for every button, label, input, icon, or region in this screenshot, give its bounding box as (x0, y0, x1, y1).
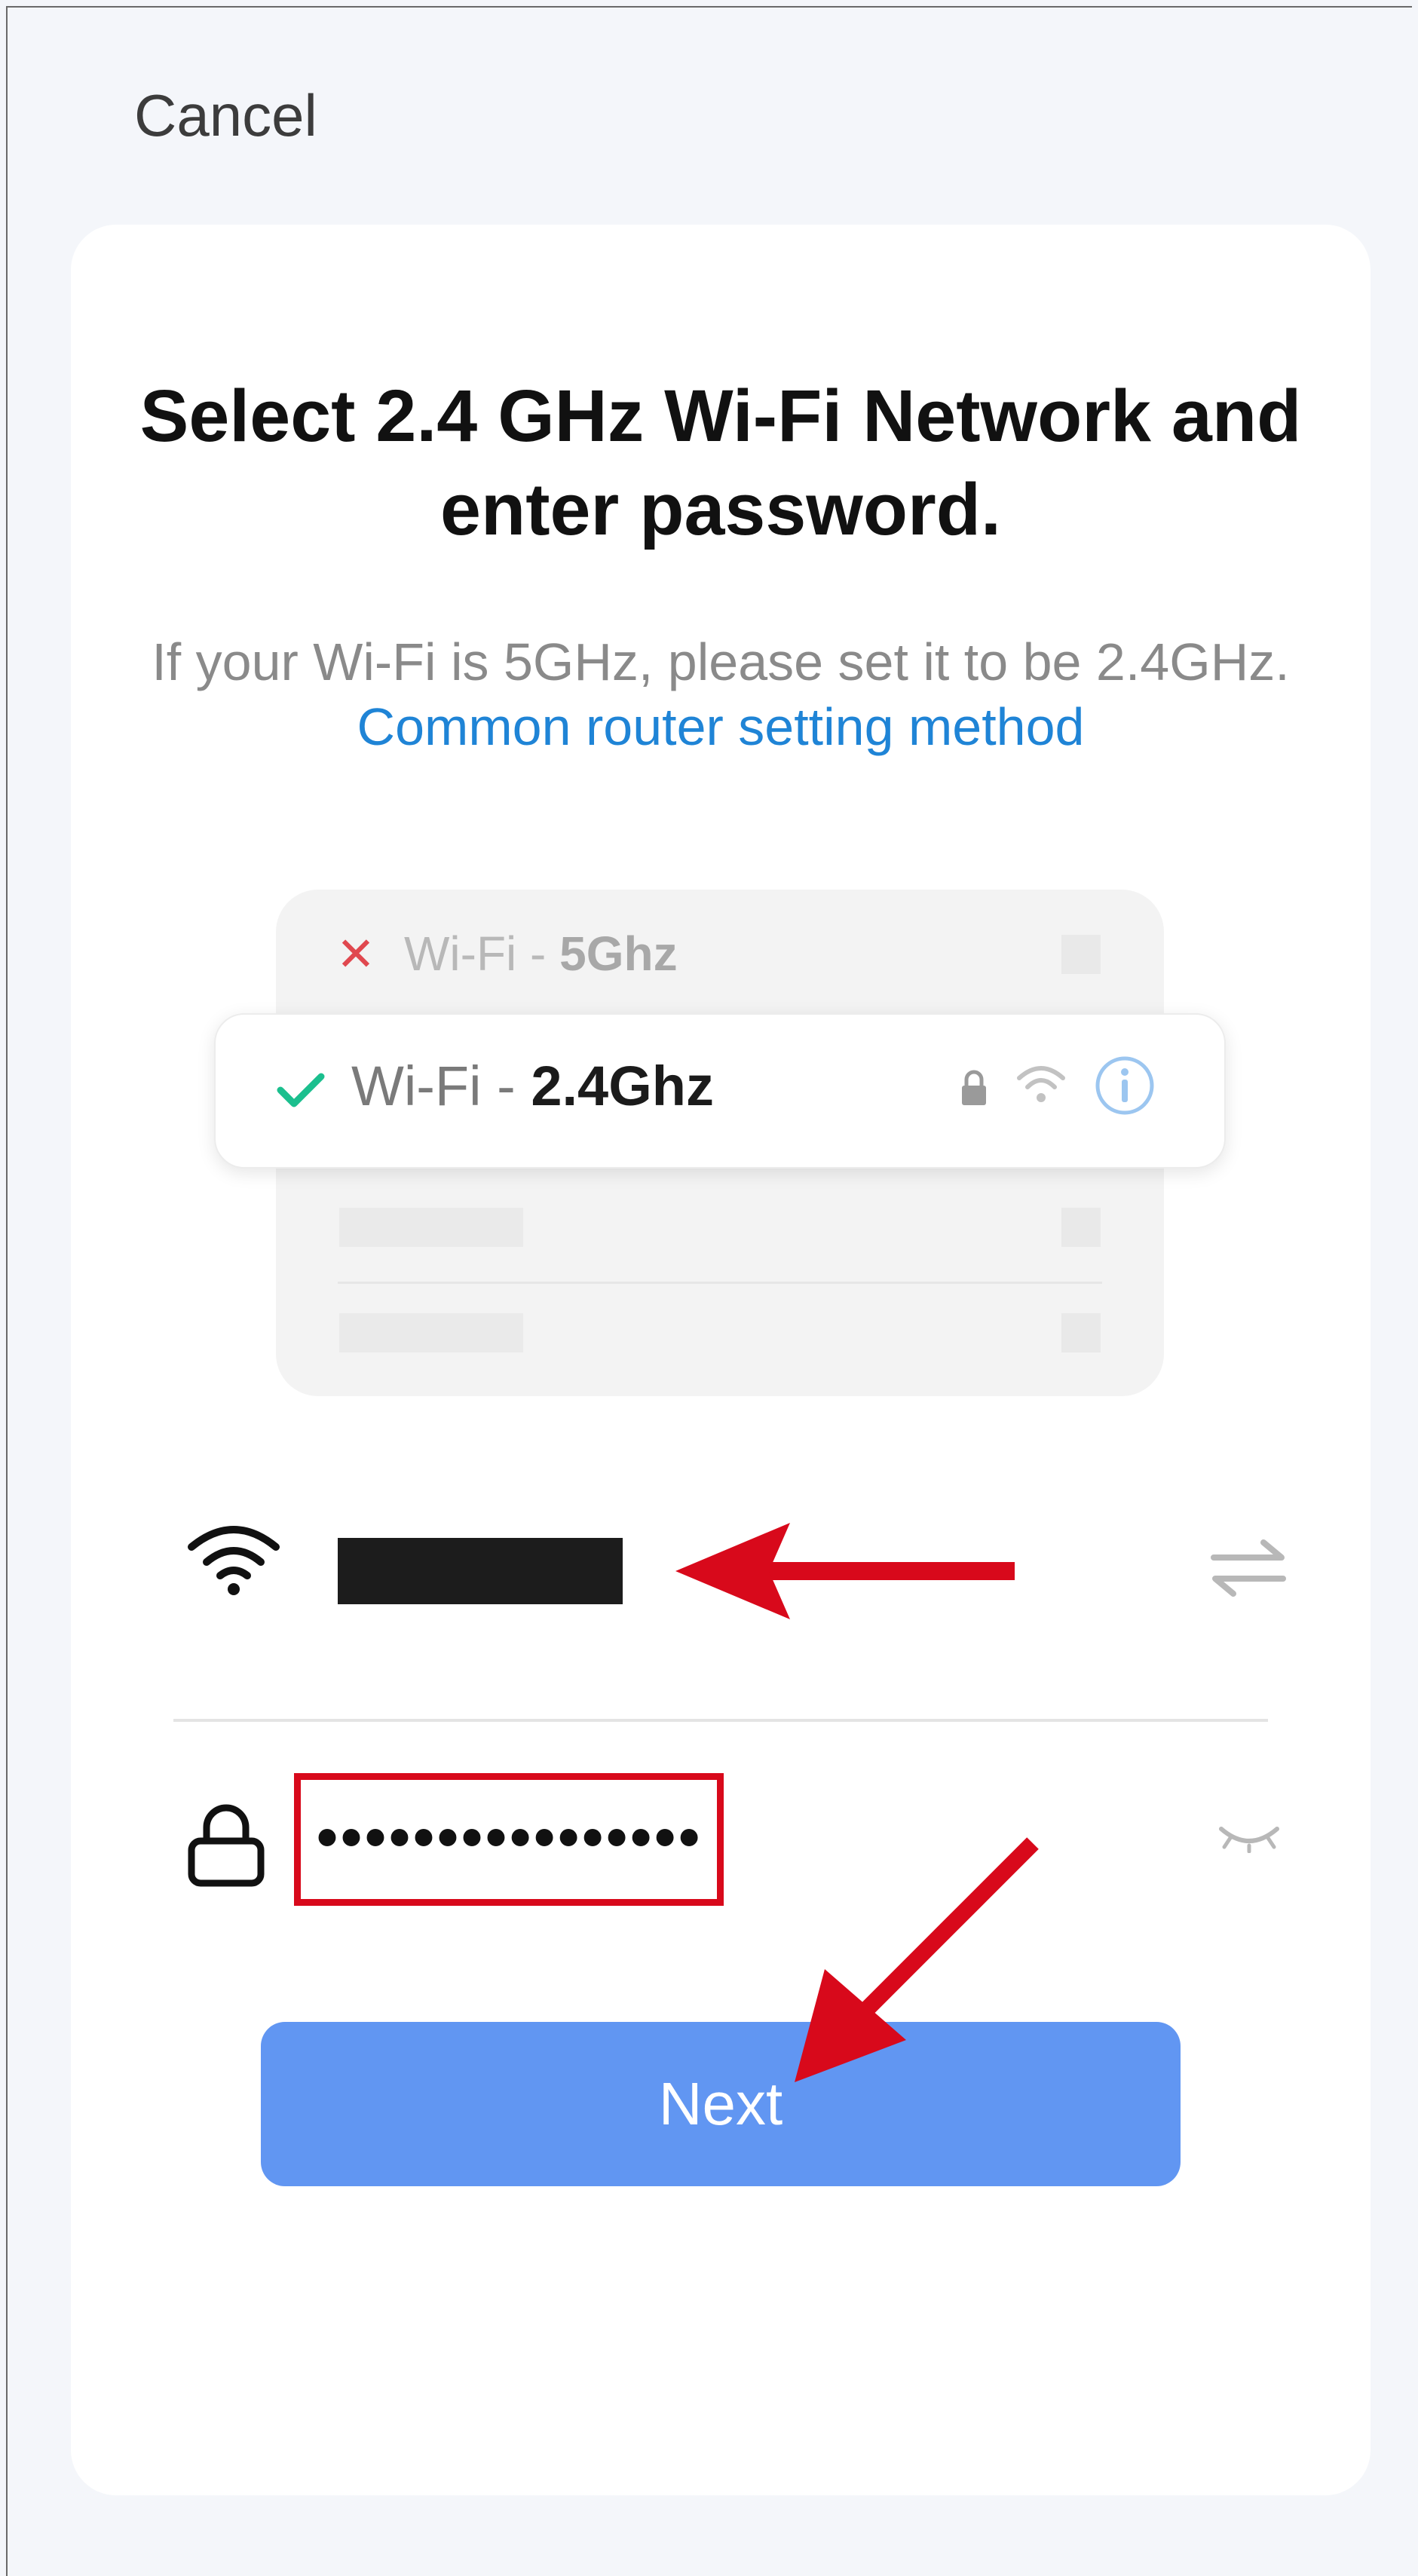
wifi-24ghz-label: Wi-Fi - 2.4Ghz (351, 1054, 714, 1118)
router-setting-link[interactable]: Common router setting method (357, 697, 1085, 756)
wifi-24ghz-prefix: Wi-Fi - (351, 1055, 531, 1117)
cross-icon: ✕ (336, 928, 375, 981)
ssid-field-redacted[interactable] (338, 1538, 623, 1604)
placeholder-square (1061, 1313, 1101, 1352)
wifi-24ghz-band: 2.4Ghz (531, 1055, 714, 1117)
placeholder-bar (339, 1208, 523, 1247)
wifi-5ghz-band: 5Ghz (559, 927, 678, 981)
cancel-button[interactable]: Cancel (134, 81, 317, 150)
annotation-highlight-box (294, 1773, 724, 1906)
wifi-5ghz-row: ✕ Wi-Fi - 5Ghz (336, 924, 678, 984)
placeholder-square (1061, 935, 1101, 974)
placeholder-bar (339, 1313, 523, 1352)
placeholder-square (1061, 1208, 1101, 1247)
list-divider (338, 1282, 1102, 1284)
subtitle-text: If your Wi-Fi is 5GHz, please set it to … (152, 633, 1290, 691)
subtitle: If your Wi-Fi is 5GHz, please set it to … (71, 629, 1371, 759)
wifi-5ghz-prefix: Wi-Fi - (404, 927, 560, 981)
next-button[interactable]: Next (261, 2022, 1181, 2186)
field-divider (173, 1719, 1268, 1722)
page-title: Select 2.4 GHz Wi-Fi Network and enter p… (139, 375, 1302, 550)
